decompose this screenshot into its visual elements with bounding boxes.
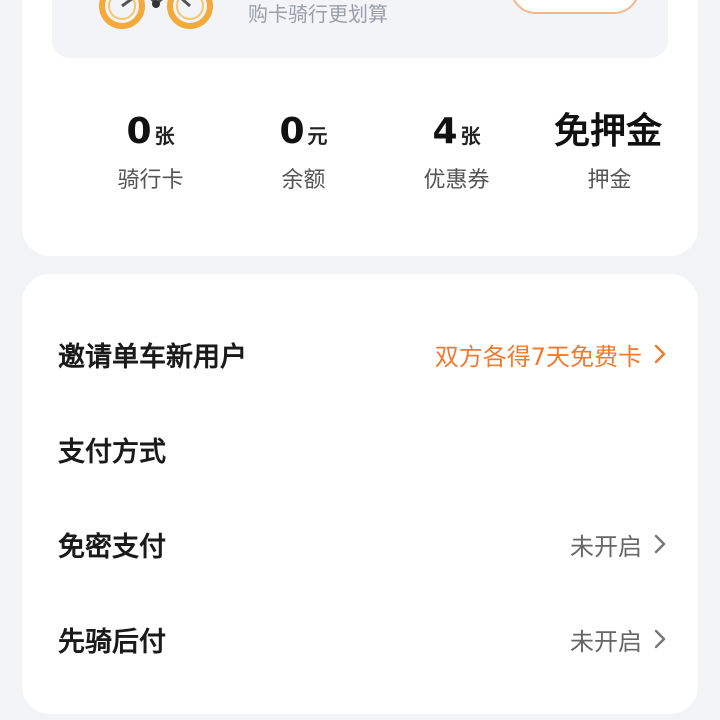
wallet-stats: 0张 骑行卡 0元 余额 4张 优惠券 免押金 押金: [22, 110, 698, 210]
promo-banner[interactable]: 购卡骑行更划算: [52, 0, 668, 58]
stat-unit: 张: [460, 124, 481, 148]
chevron-right-icon: [654, 629, 666, 649]
stat-value: 免押金: [553, 111, 662, 152]
invite-new-users-row[interactable]: 邀请单车新用户 双方各得7天免费卡: [58, 324, 668, 384]
settings-card: 邀请单车新用户 双方各得7天免费卡 支付方式 免密支付 未开启 先骑后付 未开启: [22, 274, 698, 714]
stat-unit: 元: [307, 124, 328, 148]
promo-subtitle: 购卡骑行更划算: [248, 2, 388, 26]
stat-label: 余额: [281, 168, 326, 193]
stat-value: 0: [279, 111, 305, 152]
chevron-right-icon: [654, 344, 666, 364]
stat-coupons[interactable]: 4张 优惠券: [380, 110, 533, 210]
password-free-payment-row[interactable]: 免密支付 未开启: [58, 514, 668, 574]
stat-value: 4: [432, 111, 458, 152]
stat-deposit[interactable]: 免押金 押金: [533, 110, 686, 210]
row-title: 先骑后付: [58, 626, 166, 658]
status-text: 未开启: [570, 627, 642, 656]
bicycle-icon: [99, 0, 213, 29]
stat-label: 优惠券: [423, 168, 490, 193]
row-title: 邀请单车新用户: [58, 341, 247, 373]
stat-value: 0: [126, 111, 152, 152]
payment-method-row[interactable]: 支付方式: [58, 419, 668, 479]
chevron-right-icon: [654, 534, 666, 554]
promo-button[interactable]: [510, 0, 640, 14]
invite-reward-text: 双方各得7天免费卡: [434, 342, 642, 371]
ride-first-pay-later-row[interactable]: 先骑后付 未开启: [58, 609, 668, 669]
row-title: 免密支付: [58, 531, 166, 563]
row-title: 支付方式: [58, 436, 166, 468]
stat-label: 骑行卡: [117, 168, 184, 193]
stat-balance[interactable]: 0元 余额: [227, 110, 380, 210]
status-text: 未开启: [570, 532, 642, 561]
stat-ride-cards[interactable]: 0张 骑行卡: [74, 110, 227, 210]
stat-unit: 张: [154, 124, 175, 148]
stat-label: 押金: [587, 168, 632, 193]
